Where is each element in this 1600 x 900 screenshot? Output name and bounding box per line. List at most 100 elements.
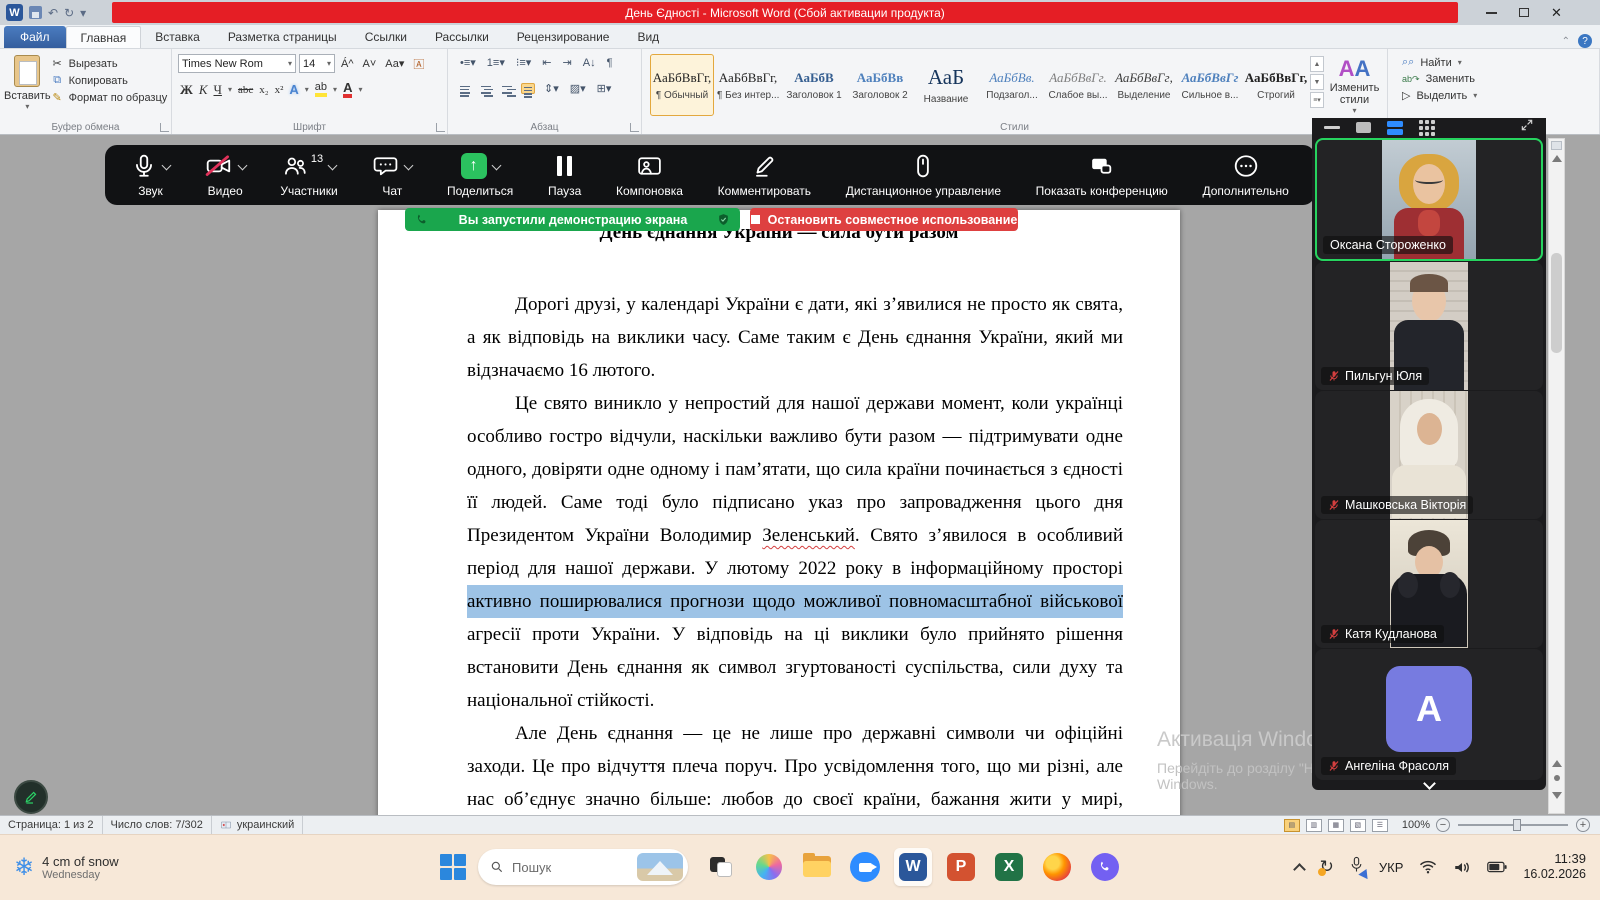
copy-button[interactable]: ⧉Копировать <box>51 74 168 87</box>
stop-share-button[interactable]: Остановить совместное использование <box>750 208 1018 231</box>
zoom-slider[interactable]: − + <box>1436 818 1590 832</box>
style-gallery-item[interactable]: АаБбВвГг,Строгий <box>1244 54 1308 116</box>
multilevel-list-button[interactable]: ⁝≡▾ <box>514 55 533 70</box>
document-text-line[interactable]: нас об’єднує значно більше: любов до сво… <box>467 783 1123 815</box>
zoom-toolbar-share-button[interactable]: ↑Поделиться <box>447 153 513 198</box>
justify-button[interactable] <box>521 83 535 94</box>
redo-icon[interactable]: ↻ <box>64 6 74 20</box>
word-app-icon[interactable]: W <box>6 4 23 21</box>
borders-button[interactable]: ⊞▾ <box>595 81 614 96</box>
decrease-indent-button[interactable]: ⇤ <box>540 55 553 70</box>
font-color-dropdown-icon[interactable]: ▾ <box>358 85 362 94</box>
zoom-toolbar-layout-button[interactable]: Компоновка <box>616 153 683 198</box>
font-size-select[interactable]: 14▾ <box>299 54 335 73</box>
print-layout-view-button[interactable]: ▤ <box>1284 819 1300 832</box>
web-layout-view-button[interactable]: ▦ <box>1328 819 1344 832</box>
sort-button[interactable]: А↓ <box>581 56 598 70</box>
selected-text-line[interactable]: активно поширювалися прогнози щодо можли… <box>467 585 1123 618</box>
save-icon[interactable] <box>29 6 42 19</box>
chevron-down-icon[interactable] <box>237 160 247 170</box>
style-gallery-item[interactable]: АаБбВв.Подзагол... <box>980 54 1044 116</box>
scroll-participants-down[interactable] <box>1312 780 1546 790</box>
ribbon-tab[interactable]: Рецензирование <box>503 26 624 48</box>
ribbon-tab[interactable]: Разметка страницы <box>214 26 351 48</box>
zoom-slider-track[interactable] <box>1458 824 1568 826</box>
language-indicator[interactable]: украинский <box>212 816 303 834</box>
update-sync-icon[interactable]: ↻ <box>1320 857 1334 877</box>
document-text-line[interactable]: Це свято виникло у непростий для нашої д… <box>467 387 1123 420</box>
minimize-button[interactable] <box>1486 12 1497 14</box>
select-browse-object-button[interactable] <box>1554 775 1560 781</box>
replace-button[interactable]: ab↷Заменить <box>1402 73 1595 85</box>
taskbar-app-excel[interactable]: X <box>990 848 1028 886</box>
zoom-toolbar-show-conference-button[interactable]: Показать конференцию <box>1036 153 1168 198</box>
participant-tile[interactable]: Машковська Вікторія <box>1315 391 1543 519</box>
volume-icon[interactable] <box>1453 860 1471 875</box>
next-page-button[interactable] <box>1552 792 1562 799</box>
cut-button[interactable]: ✂Вырезать <box>51 57 168 70</box>
document-text-line[interactable]: а як відповідь на виклики часу. Саме так… <box>467 321 1123 354</box>
font-dialog-launcher[interactable] <box>436 123 445 132</box>
zoom-slider-thumb[interactable] <box>1513 819 1521 831</box>
weather-widget[interactable]: ❄ 4 cm of snow Wednesday <box>0 853 440 882</box>
wifi-icon[interactable] <box>1419 860 1437 874</box>
grow-font-button[interactable]: А́^ <box>338 57 357 71</box>
ribbon-tab[interactable]: Вид <box>623 26 673 48</box>
paragraph-dialog-launcher[interactable] <box>630 123 639 132</box>
gallery-view-icon[interactable] <box>1387 121 1403 135</box>
speaker-view-icon[interactable] <box>1356 122 1371 133</box>
text-effects-dropdown-icon[interactable]: ▾ <box>305 85 309 94</box>
document-text-line[interactable]: Але День єднання — це не лише про держав… <box>467 717 1123 750</box>
change-styles-button[interactable]: АА Изменить стили ▾ <box>1326 52 1383 120</box>
style-gallery-item[interactable]: АаБНазвание <box>914 54 978 116</box>
participant-tile[interactable]: Пильгун Юля <box>1315 262 1543 390</box>
vertical-scrollbar[interactable] <box>1548 138 1565 814</box>
document-text-line[interactable]: заходи. Це про відчуття плеча поруч. Про… <box>467 750 1123 783</box>
voice-access-icon[interactable] <box>1350 856 1363 878</box>
ribbon-tab[interactable]: Рассылки <box>421 26 503 48</box>
numbering-button[interactable]: 1≡▾ <box>485 55 507 70</box>
style-gallery-item[interactable]: АаБбВвГг,¶ Без интер... <box>716 54 780 116</box>
zoom-toolbar-chat-button[interactable]: Чат <box>372 153 412 198</box>
taskbar-app-task-view[interactable] <box>702 848 740 886</box>
document-page[interactable]: День єднання України — сила бути разом Д… <box>378 210 1180 815</box>
document-text-line[interactable]: Президентом України Володимир Зеленський… <box>467 519 1123 552</box>
scroll-up-arrow[interactable] <box>1552 155 1562 162</box>
shrink-font-button[interactable]: А˅ <box>360 57 380 71</box>
underline-button[interactable]: Ч <box>214 82 222 98</box>
scrollbar-thumb[interactable] <box>1551 253 1562 353</box>
style-gallery-item[interactable]: АаБбВвЗаголовок 2 <box>848 54 912 116</box>
document-text-line[interactable]: агресії проти України. У відповідь на ці… <box>467 618 1123 651</box>
start-button[interactable] <box>440 854 466 880</box>
document-text-line[interactable]: відзначаємо 16 лютого. <box>467 354 1123 387</box>
outline-view-button[interactable]: ▧ <box>1350 819 1366 832</box>
font-family-select[interactable]: Times New Rom▾ <box>178 54 296 73</box>
undo-icon[interactable]: ↶ <box>48 6 58 20</box>
show-marks-button[interactable]: ¶ <box>605 56 615 70</box>
find-button[interactable]: ⌕⌕Найти ▾ <box>1402 56 1595 69</box>
clear-formatting-button[interactable]: 🄰 <box>410 55 427 73</box>
font-color-button[interactable]: А <box>343 81 352 98</box>
styles-scroll-up-icon[interactable]: ▲ <box>1310 56 1324 72</box>
expand-panel-icon[interactable] <box>1520 118 1534 137</box>
taskbar-search[interactable]: Пошук <box>478 849 688 885</box>
style-gallery-item[interactable]: АаБбВвГг,¶ Обычный <box>650 54 714 116</box>
taskbar-app-firefox[interactable] <box>1038 848 1076 886</box>
clock[interactable]: 11:39 16.02.2026 <box>1523 851 1586 883</box>
tab-file[interactable]: Файл <box>4 26 66 48</box>
reading-view-button[interactable]: ▥ <box>1306 819 1322 832</box>
restore-button[interactable] <box>1519 8 1529 17</box>
zoom-in-button[interactable]: + <box>1576 818 1590 832</box>
underline-dropdown-icon[interactable]: ▾ <box>228 85 232 94</box>
superscript-button[interactable]: х² <box>275 84 284 96</box>
zoom-level[interactable]: 100% <box>1402 819 1430 831</box>
document-text-line[interactable]: Дорогі друзі, у календарі України є дати… <box>467 288 1123 321</box>
zoom-toolbar-participants-button[interactable]: 13Участники <box>280 153 337 198</box>
format-painter-button[interactable]: ✎Формат по образцу <box>51 91 168 104</box>
paste-button[interactable]: Вставить ▾ <box>4 52 51 120</box>
zoom-toolbar-mic-button[interactable]: Звук <box>131 153 170 198</box>
annotation-pencil-button[interactable] <box>14 780 48 814</box>
bullets-button[interactable]: •≡▾ <box>458 55 478 70</box>
styles-scroll-down-icon[interactable]: ▼ <box>1310 74 1324 90</box>
word-count[interactable]: Число слов: 7/302 <box>103 816 212 834</box>
